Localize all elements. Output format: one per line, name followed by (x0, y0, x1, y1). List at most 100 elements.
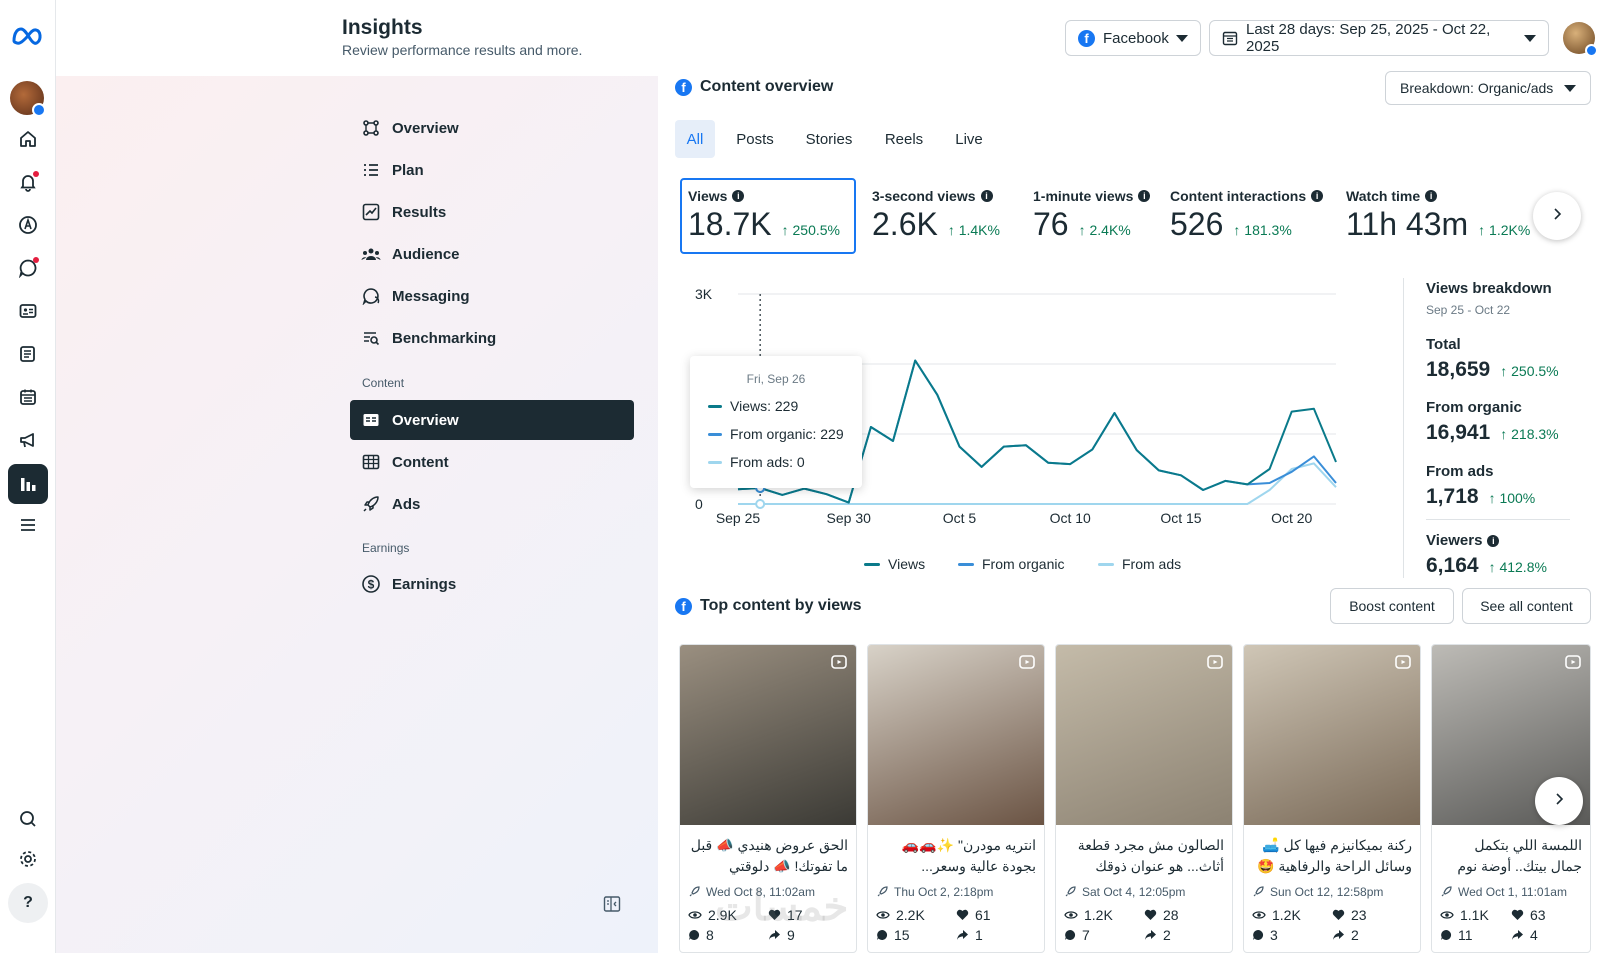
nav-item-benchmarking[interactable]: Benchmarking (350, 318, 634, 358)
reel-icon (830, 653, 848, 676)
comments-stat: 15 (876, 927, 956, 943)
boost-content-button[interactable]: Boost content (1330, 588, 1454, 624)
comment-icon (1440, 929, 1452, 941)
legend-from-organic[interactable]: From organic (958, 556, 1064, 572)
nav-item-label: Plan (392, 161, 424, 179)
page-avatar[interactable] (10, 81, 46, 117)
inbox-icon[interactable] (12, 252, 44, 284)
chart-tooltip: Fri, Sep 26 Views: 229 From organic: 229… (690, 356, 862, 488)
contacts-icon[interactable] (12, 295, 44, 327)
metric-watch-time[interactable]: Watch time i 11h 43m ↑ 1.2K% (1346, 188, 1530, 243)
breakdown-selector[interactable]: Breakdown: Organic/ads (1385, 71, 1591, 105)
info-icon[interactable]: i (1311, 190, 1324, 202)
nav-item-messaging[interactable]: Messaging (350, 276, 634, 316)
facebook-icon: f (675, 78, 692, 96)
tab-live[interactable]: Live (947, 120, 991, 158)
collapse-panel-icon[interactable] (603, 895, 621, 913)
metric-1-minute-views[interactable]: 1-minute views i 76 ↑ 2.4K% (1033, 188, 1151, 243)
metric-views[interactable]: Views i 18.7K ↑ 250.5% (688, 188, 840, 243)
nav-item-results[interactable]: Results (350, 192, 634, 232)
overview-icon (360, 119, 382, 137)
legend-views[interactable]: Views (864, 556, 925, 572)
content-card[interactable]: انتريه مودرن" ✨🚗🚗 بجودة عالية وسعر... Thu… (867, 644, 1045, 953)
megaphone-icon[interactable] (12, 424, 44, 456)
info-icon[interactable]: i (1487, 534, 1500, 547)
eye-icon (688, 909, 702, 921)
eye-icon (876, 909, 890, 921)
content-card[interactable]: الصالون مش مجرد قطعة أثاث... هو عنوان ذو… (1055, 644, 1233, 953)
reel-icon (1018, 653, 1036, 676)
content-caption: اللمسة اللي بتكمل جمال بيتك.. أوضة نوم م… (1457, 837, 1582, 874)
planner-icon[interactable] (12, 381, 44, 413)
breakdown-range: Sep 25 - Oct 22 (1426, 303, 1511, 317)
cards-next-button[interactable] (1535, 777, 1583, 825)
see-all-content-button[interactable]: See all content (1462, 588, 1591, 624)
nav-item-ads[interactable]: Ads (350, 484, 634, 524)
menu-icon[interactable] (12, 509, 44, 541)
tab-posts[interactable]: Posts (729, 120, 781, 158)
content-card[interactable]: الحق عروض هنيدي 📣 قبل ما تفوتك! 📣 دلوقتي… (679, 644, 857, 953)
heart-icon (1511, 909, 1524, 921)
content-date: Wed Oct 8, 11:02am (680, 877, 856, 899)
rocket-icon (1252, 886, 1264, 898)
breakdown-divider (1403, 278, 1404, 578)
user-avatar[interactable] (1563, 22, 1598, 57)
content-thumbnail[interactable] (1244, 645, 1420, 825)
metric-3-second-views[interactable]: 3-second views i 2.6K ↑ 1.4K% (872, 188, 1000, 243)
comment-icon (688, 929, 700, 941)
nav-item-earnings[interactable]: $ Earnings (350, 564, 634, 604)
notifications-icon[interactable] (12, 166, 44, 198)
home-icon[interactable] (12, 123, 44, 155)
nav-item-label: Earnings (392, 575, 457, 593)
breakdown-label: From organic (1426, 399, 1522, 416)
metric-value: 11h 43m (1346, 206, 1469, 242)
tab-reels[interactable]: Reels (876, 120, 932, 158)
nav-item-label: Overview (392, 119, 459, 137)
section-title: Content overview (700, 78, 834, 95)
content-stats: 1.1K 63 11 4 (1432, 899, 1590, 943)
nav-item-audience[interactable]: Audience (350, 234, 634, 274)
settings-icon[interactable] (12, 843, 44, 875)
tab-all[interactable]: All (675, 120, 715, 158)
nav-item-content-overview[interactable]: Overview (350, 400, 634, 440)
breakdown-organic: 16,941 ↑ 218.3% (1426, 421, 1559, 444)
content-thumbnail[interactable] (868, 645, 1044, 825)
nav-item-overview[interactable]: Overview (350, 108, 634, 148)
info-icon[interactable]: i (1425, 190, 1438, 202)
platform-selector[interactable]: f Facebook (1065, 20, 1201, 56)
rocket-icon (1440, 886, 1452, 898)
svg-text:$: $ (368, 578, 375, 592)
ads-manager-icon[interactable] (12, 209, 44, 241)
content-thumbnail[interactable] (680, 645, 856, 825)
date-range-selector[interactable]: Last 28 days: Sep 25, 2025 - Oct 22, 202… (1209, 20, 1549, 56)
tab-stories[interactable]: Stories (797, 120, 861, 158)
metric-content-interactions[interactable]: Content interactions i 526 ↑ 181.3% (1170, 188, 1324, 243)
content-thumbnail[interactable] (1056, 645, 1232, 825)
legend-from-ads[interactable]: From ads (1098, 556, 1181, 572)
info-icon[interactable]: i (1138, 190, 1151, 202)
help-icon[interactable]: ? (8, 883, 48, 923)
nav-item-content[interactable]: Content (350, 442, 634, 482)
meta-logo[interactable] (10, 24, 46, 48)
dollar-icon: $ (360, 574, 382, 594)
nav-item-plan[interactable]: Plan (350, 150, 634, 190)
breakdown-ads: 1,718 ↑ 100% (1426, 485, 1536, 508)
breakdown-label: Breakdown: Organic/ads (1400, 80, 1554, 96)
chevron-down-icon (1564, 84, 1576, 92)
content-library-icon[interactable] (12, 338, 44, 370)
x-tick-label: Oct 15 (1160, 510, 1201, 526)
content-card[interactable]: ركنة بميكانيزم فيها كل 🛋️ وسائل الراحة و… (1243, 644, 1421, 953)
metric-label: Watch time (1346, 188, 1421, 204)
search-icon[interactable] (12, 803, 44, 835)
info-icon[interactable]: i (980, 190, 993, 202)
views-stat: 1.2K (1064, 907, 1144, 923)
plan-icon (360, 161, 382, 179)
content-date: Thu Oct 2, 2:18pm (868, 877, 1044, 899)
metric-value: 18.7K (688, 206, 772, 242)
metric-change: ↑ 1.4K% (947, 222, 1000, 238)
metrics-next-button[interactable] (1533, 192, 1581, 240)
nav-item-label: Benchmarking (392, 329, 497, 347)
nav-item-label: Ads (392, 495, 421, 513)
info-icon[interactable]: i (732, 190, 745, 202)
insights-icon[interactable] (8, 464, 48, 504)
